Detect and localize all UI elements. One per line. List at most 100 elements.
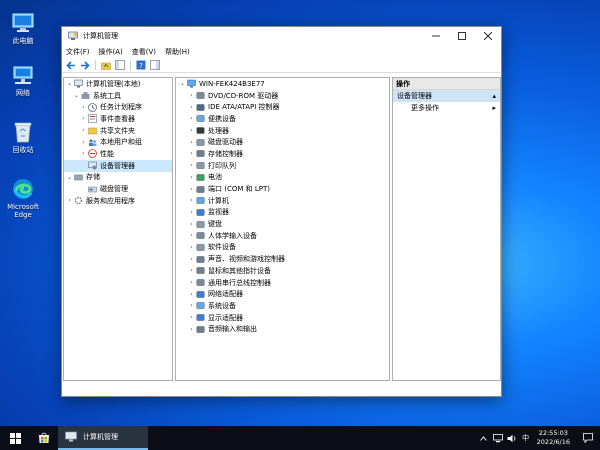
- up-level-button[interactable]: [100, 59, 112, 71]
- expand-arrow-icon[interactable]: ›: [187, 244, 196, 251]
- device-category-row[interactable]: › 电池: [176, 172, 389, 184]
- device-category-row[interactable]: › 显示适配器: [176, 312, 389, 324]
- device-category-row[interactable]: › 处理器: [176, 125, 389, 137]
- taskbar-store-button[interactable]: [30, 426, 58, 450]
- forward-button[interactable]: [79, 59, 91, 71]
- volume-tray-button[interactable]: [505, 426, 519, 450]
- tree-local-users-groups[interactable]: › 本地用户和组: [64, 136, 172, 148]
- recycle-bin-icon: [12, 121, 34, 143]
- menu-action[interactable]: 操作(A): [99, 47, 123, 57]
- desktop-icon-this-pc[interactable]: 此电脑: [2, 12, 44, 45]
- device-category-row[interactable]: › 人体学输入设备: [176, 230, 389, 242]
- show-hide-console-tree-button[interactable]: [114, 59, 126, 71]
- tree-task-scheduler[interactable]: › 任务计划程序: [64, 101, 172, 113]
- more-actions-item[interactable]: 更多操作 ▸: [393, 102, 500, 114]
- device-category-row[interactable]: › 监视器: [176, 207, 389, 219]
- show-hide-action-pane-button[interactable]: [149, 59, 161, 71]
- expand-arrow-icon[interactable]: ›: [187, 162, 196, 169]
- device-category-row[interactable]: › DVD/CD-ROM 驱动器: [176, 90, 389, 102]
- expand-arrow-icon[interactable]: ›: [187, 209, 196, 216]
- expand-arrow-icon[interactable]: ›: [187, 291, 196, 298]
- device-category-label: 端口 (COM 和 LPT): [208, 185, 270, 194]
- tree-root[interactable]: ⌄ 计算机管理(本地): [64, 78, 172, 90]
- device-category-row[interactable]: › 计算机: [176, 195, 389, 207]
- device-root[interactable]: ⌄ WIN-FEK424B3E77: [176, 78, 389, 90]
- collapse-up-icon[interactable]: ▴: [492, 92, 496, 100]
- display-adapter-icon: [196, 313, 205, 322]
- input-method-button[interactable]: 中: [519, 426, 533, 450]
- collapse-arrow-icon[interactable]: ⌄: [65, 174, 74, 181]
- menu-view[interactable]: 查看(V): [132, 47, 156, 57]
- tree-services-apps[interactable]: › 服务和应用程序: [64, 195, 172, 207]
- network-tray-button[interactable]: [491, 426, 505, 450]
- minimize-button[interactable]: [423, 27, 449, 45]
- expand-arrow-icon[interactable]: ›: [187, 127, 196, 134]
- expand-arrow-icon[interactable]: ›: [187, 186, 196, 193]
- help-button[interactable]: ?: [135, 59, 147, 71]
- maximize-button[interactable]: [449, 27, 475, 45]
- desktop-icon-network[interactable]: 网络: [2, 64, 44, 97]
- shared-folder-icon: [88, 126, 97, 135]
- expand-arrow-icon[interactable]: ›: [187, 279, 196, 286]
- expand-arrow-icon[interactable]: ›: [187, 302, 196, 309]
- desktop-icon-edge[interactable]: Microsoft Edge: [2, 178, 44, 219]
- tree-event-viewer[interactable]: › 事件查看器: [64, 113, 172, 125]
- taskbar-app-computer-management[interactable]: 计算机管理: [58, 426, 148, 450]
- device-category-row[interactable]: › IDE ATA/ATAPI 控制器: [176, 101, 389, 113]
- tree-storage[interactable]: ⌄ 存储: [64, 172, 172, 184]
- close-button[interactable]: [475, 27, 501, 45]
- device-category-row[interactable]: › 软件设备: [176, 242, 389, 254]
- tree-disk-management[interactable]: 磁盘管理: [64, 183, 172, 195]
- expand-arrow-icon[interactable]: ›: [187, 174, 196, 181]
- expand-arrow-icon[interactable]: ›: [79, 104, 88, 111]
- device-category-row[interactable]: › 打印队列: [176, 160, 389, 172]
- expand-arrow-icon[interactable]: ›: [187, 92, 196, 99]
- expand-arrow-icon[interactable]: ›: [79, 127, 88, 134]
- expand-arrow-icon[interactable]: ›: [187, 221, 196, 228]
- show-hidden-icons-button[interactable]: [477, 426, 491, 450]
- expand-arrow-icon[interactable]: ›: [187, 256, 196, 263]
- device-category-row[interactable]: › 音频输入和输出: [176, 323, 389, 335]
- device-category-row[interactable]: › 通用串行总线控制器: [176, 277, 389, 289]
- tree-system-tools[interactable]: ⌄ 系统工具: [64, 90, 172, 102]
- device-category-row[interactable]: › 磁盘驱动器: [176, 136, 389, 148]
- device-category-row[interactable]: › 端口 (COM 和 LPT): [176, 183, 389, 195]
- expand-arrow-icon[interactable]: ›: [79, 139, 88, 146]
- collapse-arrow-icon[interactable]: ⌄: [178, 80, 187, 87]
- expand-arrow-icon[interactable]: ›: [79, 150, 88, 157]
- menu-help[interactable]: 帮助(H): [165, 47, 190, 57]
- tree-shared-folders[interactable]: › 共享文件夹: [64, 125, 172, 137]
- actions-section-device-manager[interactable]: 设备管理器 ▴: [393, 90, 500, 102]
- device-category-row[interactable]: › 声音、视频和游戏控制器: [176, 253, 389, 265]
- start-button[interactable]: [0, 426, 30, 450]
- notification-center-button[interactable]: [576, 426, 600, 450]
- device-category-row[interactable]: › 鼠标和其他指针设备: [176, 265, 389, 277]
- expand-arrow-icon[interactable]: ›: [187, 326, 196, 333]
- tree-device-manager[interactable]: 设备管理器: [64, 159, 172, 172]
- title-bar[interactable]: 计算机管理: [62, 27, 501, 45]
- device-category-row[interactable]: › 存储控制器: [176, 148, 389, 160]
- expand-arrow-icon[interactable]: ›: [187, 104, 196, 111]
- expand-arrow-icon[interactable]: ›: [79, 115, 88, 122]
- expand-arrow-icon[interactable]: ›: [65, 197, 74, 204]
- expand-arrow-icon[interactable]: ›: [187, 232, 196, 239]
- expand-arrow-icon[interactable]: ›: [187, 314, 196, 321]
- chevron-up-icon: [480, 435, 487, 441]
- toolbar: ?: [62, 58, 501, 73]
- collapse-arrow-icon[interactable]: ⌄: [72, 92, 81, 99]
- expand-arrow-icon[interactable]: ›: [187, 267, 196, 274]
- clock[interactable]: 22:55:03 2022/6/16: [537, 429, 570, 447]
- collapse-arrow-icon[interactable]: ⌄: [65, 80, 74, 87]
- device-category-row[interactable]: › 网络适配器: [176, 288, 389, 300]
- desktop-icon-recycle-bin[interactable]: 回收站: [2, 121, 44, 154]
- expand-arrow-icon[interactable]: ›: [187, 115, 196, 122]
- expand-arrow-icon[interactable]: ›: [187, 139, 196, 146]
- expand-arrow-icon[interactable]: ›: [187, 197, 196, 204]
- menu-file[interactable]: 文件(F): [66, 47, 90, 57]
- tree-performance[interactable]: › 性能: [64, 148, 172, 160]
- device-category-row[interactable]: › 系统设备: [176, 300, 389, 312]
- device-category-row[interactable]: › 键盘: [176, 218, 389, 230]
- back-button[interactable]: [65, 59, 77, 71]
- device-category-row[interactable]: › 便携设备: [176, 113, 389, 125]
- expand-arrow-icon[interactable]: ›: [187, 150, 196, 157]
